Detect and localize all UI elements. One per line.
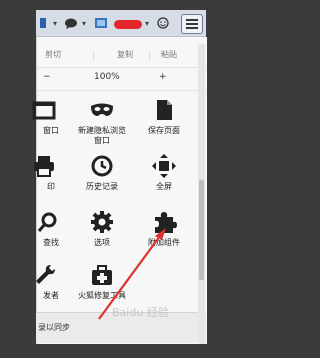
watermark: Baidu 经验 — [112, 306, 169, 319]
